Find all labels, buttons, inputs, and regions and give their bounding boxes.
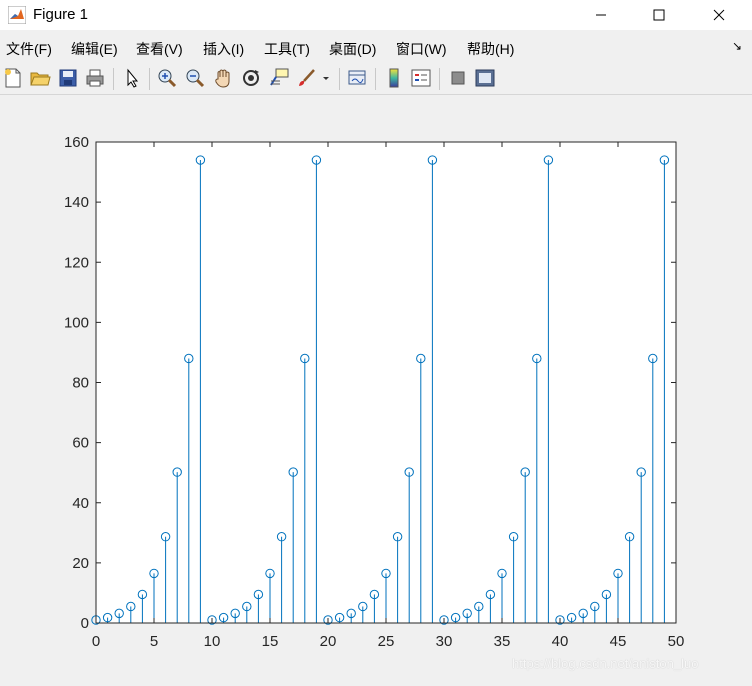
brush-dropdown-icon[interactable] (320, 67, 332, 89)
toolbar-separator (439, 68, 440, 90)
print-icon[interactable] (84, 67, 106, 89)
menu-bar: 文件(F) 编辑(E) 查看(V) 插入(I) 工具(T) 桌面(D) 窗口(W… (0, 34, 752, 60)
x-tick-label: 50 (668, 633, 685, 650)
plot-area (96, 142, 676, 623)
toolbar-separator (113, 68, 114, 90)
rotate-3d-icon[interactable] (240, 67, 262, 89)
figure-canvas: 0 5 10 15 20 25 30 35 40 45 50 0 20 40 60 80 100 120 140 16… (0, 95, 752, 686)
menu-edit[interactable]: 编辑(E) (71, 39, 118, 59)
x-tick-label: 30 (436, 633, 453, 650)
y-tick-label: 140 (64, 194, 89, 211)
minimize-icon (596, 14, 606, 16)
toolbar-separator (339, 68, 340, 90)
watermark-text: https://blog.csdn.net/aniston_luo (512, 656, 699, 671)
figure-toolbar (0, 62, 752, 95)
brush-icon[interactable] (296, 67, 318, 89)
colorbar-icon[interactable] (383, 67, 405, 89)
menu-overflow-icon[interactable]: ↘ (732, 39, 742, 53)
data-cursor-icon[interactable] (268, 67, 290, 89)
menu-view[interactable]: 查看(V) (136, 39, 183, 59)
close-button[interactable] (690, 0, 748, 30)
hide-plot-tools-icon[interactable] (447, 67, 469, 89)
toolbar-separator (375, 68, 376, 90)
stem-plot[interactable]: 0 5 10 15 20 25 30 35 40 45 50 0 20 40 60 80 100 120 140 16… (0, 95, 752, 686)
y-tick-label: 40 (72, 495, 89, 512)
title-bar: Figure 1 (0, 0, 752, 30)
window-title: Figure 1 (33, 6, 89, 23)
maximize-icon (653, 9, 665, 21)
select-arrow-icon[interactable] (121, 67, 143, 89)
y-tick-label: 60 (72, 435, 89, 452)
y-tick-label: 160 (64, 134, 89, 151)
pan-hand-icon[interactable] (212, 67, 234, 89)
maximize-button[interactable] (630, 0, 688, 30)
matlab-logo-icon (8, 6, 26, 24)
x-tick-label: 45 (610, 633, 627, 650)
x-tick-label: 35 (494, 633, 511, 650)
save-icon[interactable] (57, 67, 79, 89)
toolbar-separator (149, 68, 150, 90)
x-tick-label: 10 (204, 633, 221, 650)
new-figure-icon[interactable] (2, 67, 24, 89)
x-tick-label: 25 (378, 633, 395, 650)
show-plot-tools-icon[interactable] (474, 67, 496, 89)
y-tick-label: 20 (72, 555, 89, 572)
link-plot-icon[interactable] (346, 67, 368, 89)
menu-desktop[interactable]: 桌面(D) (329, 39, 376, 59)
menu-help[interactable]: 帮助(H) (467, 39, 514, 59)
x-tick-label: 5 (150, 633, 158, 650)
y-tick-label: 100 (64, 314, 89, 331)
menu-insert[interactable]: 插入(I) (203, 39, 244, 59)
menu-tools[interactable]: 工具(T) (264, 39, 310, 59)
zoom-in-icon[interactable] (156, 67, 178, 89)
menu-window[interactable]: 窗口(W) (396, 39, 447, 59)
y-tick-label: 0 (81, 615, 89, 632)
open-file-icon[interactable] (29, 67, 51, 89)
x-tick-label: 0 (92, 633, 100, 650)
y-tick-label: 120 (64, 254, 89, 271)
menu-file[interactable]: 文件(F) (6, 39, 52, 59)
x-tick-label: 40 (552, 633, 569, 650)
y-tick-label: 80 (72, 375, 89, 392)
zoom-out-icon[interactable] (184, 67, 206, 89)
close-icon (713, 9, 725, 21)
x-tick-label: 20 (320, 633, 337, 650)
minimize-button[interactable] (572, 0, 630, 30)
legend-icon[interactable] (410, 67, 432, 89)
x-tick-label: 15 (262, 633, 279, 650)
